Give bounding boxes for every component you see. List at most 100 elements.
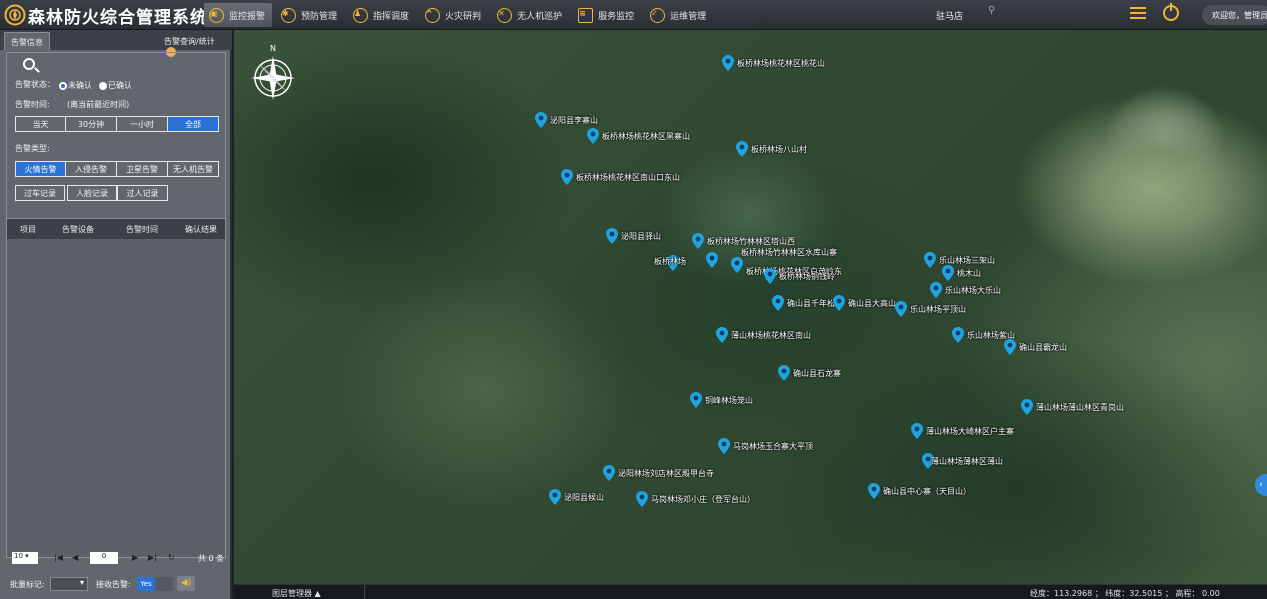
map-marker-label[interactable]: 薄山林场薄林区薄山	[931, 456, 1003, 467]
map-marker-label[interactable]: 乐山林场大乐山	[945, 285, 1001, 296]
radio-confirmed[interactable]: 已确认	[99, 80, 132, 91]
map-marker-label[interactable]: 泌阳县李寨山	[550, 115, 598, 126]
nav-label: 指挥调度	[373, 11, 410, 22]
refresh-icon[interactable]: ↻	[168, 553, 175, 562]
link-icon[interactable]: ⚲	[988, 5, 1000, 17]
page-size-select[interactable]: 10 ▾	[12, 552, 38, 564]
map-marker-icon[interactable]	[731, 257, 743, 273]
map-marker-label[interactable]: 确山县石龙寨	[793, 368, 841, 379]
nav-drone[interactable]: ✕ 无人机巡护	[492, 3, 569, 27]
type-intrusion-button[interactable]: 入侵告警	[66, 162, 117, 176]
receive-alarm-toggle[interactable]: Yes	[137, 577, 173, 591]
next-page-icon[interactable]: ▶	[132, 553, 138, 562]
nav-prevention[interactable]: ✱ 预防管理	[276, 3, 344, 27]
type-fire-button[interactable]: 火情告警	[16, 162, 66, 176]
radio-unconfirmed[interactable]: 未确认	[59, 80, 92, 91]
map-marker-icon[interactable]	[722, 55, 734, 71]
page-size-value: 10	[14, 552, 23, 560]
map-marker-label[interactable]: 板桥林场桃花林区黑寨山	[602, 131, 690, 142]
map-marker-label[interactable]: 泌阳县驿山	[621, 231, 661, 242]
map-marker-label[interactable]: 确山县千年松	[787, 298, 835, 309]
map-marker-icon[interactable]	[868, 483, 880, 499]
map-marker-icon[interactable]	[692, 233, 704, 249]
time-today-button[interactable]: 当天	[16, 117, 66, 131]
person-record-button[interactable]: 过人记录	[117, 185, 168, 201]
layer-manager-button[interactable]: 图层管理器 ▲	[272, 588, 321, 599]
map-marker-label[interactable]: 板桥林场八山村	[751, 144, 807, 155]
map-marker-icon[interactable]	[587, 128, 599, 144]
map-marker-icon[interactable]	[924, 252, 936, 268]
map-marker-label[interactable]: 薄山林场薄山林区青岗山	[1036, 402, 1124, 413]
map-marker-icon[interactable]	[561, 169, 573, 185]
map-marker-label[interactable]: 板桥林场桃花林区桃花山	[737, 58, 825, 69]
tab-alarm-query[interactable]: 告警查询/统计	[158, 32, 232, 57]
chevron-left-icon[interactable]: ‹	[1255, 474, 1267, 496]
map-marker-icon[interactable]	[1021, 399, 1033, 415]
map-marker-label[interactable]: 铜峰林场笼山	[705, 395, 753, 406]
map-marker-icon[interactable]	[718, 438, 730, 454]
map-marker-icon[interactable]	[736, 141, 748, 157]
page-input[interactable]: 0	[90, 552, 118, 564]
map-marker-icon[interactable]	[930, 282, 942, 298]
map-marker-icon[interactable]	[706, 252, 718, 268]
map-marker-label[interactable]: 确山县中心寨（天目山）	[883, 486, 971, 497]
alarm-panel: 告警信息 告警查询/统计 告警状态： 未确认 已确认 告警时间: (离当前最近时…	[0, 30, 232, 599]
map-marker-icon[interactable]	[942, 265, 954, 281]
map-marker-icon[interactable]	[833, 295, 845, 311]
map-marker-icon[interactable]	[535, 112, 547, 128]
sound-icon[interactable]: ◀)	[177, 576, 195, 591]
map-marker-label[interactable]: 板桥林场	[654, 256, 686, 267]
last-page-icon[interactable]: ▶|	[148, 553, 157, 562]
map-marker-label[interactable]: 确山县大高山	[848, 298, 896, 309]
vehicle-record-button[interactable]: 过车记录	[15, 185, 65, 201]
power-icon[interactable]	[1163, 3, 1179, 21]
map-marker-icon[interactable]	[778, 365, 790, 381]
map-marker-label[interactable]: 马岗林场邓小庄（登军台山）	[651, 494, 755, 505]
nav-service[interactable]: ≡ 服务监控	[573, 3, 641, 27]
map-marker-icon[interactable]	[1004, 339, 1016, 355]
tab-alarm-info[interactable]: 告警信息	[4, 32, 50, 50]
drone-icon: ✕	[497, 7, 513, 23]
map-marker-label[interactable]: 乐山林场平顶山	[910, 304, 966, 315]
batch-mark-dropdown[interactable]: ▾	[50, 577, 88, 591]
map-marker-icon[interactable]	[549, 489, 561, 505]
search-icon[interactable]	[23, 58, 35, 70]
menu-icon[interactable]	[1130, 7, 1146, 21]
satellite-map[interactable]: N 板桥林场桃花林区桃花山 泌阳县李寨山 板桥林场桃花林区黑寨山 板桥林场八山村 板桥林…	[234, 30, 1267, 584]
map-marker-label[interactable]: 板桥林场铜钱岭	[779, 271, 835, 282]
map-marker-label[interactable]: 板桥林场竹林林区水库山寨	[741, 247, 837, 258]
map-marker-label[interactable]: 板桥林场桃花林区南山口东山	[576, 172, 680, 183]
map-marker-icon[interactable]	[764, 268, 776, 284]
map-marker-label[interactable]: 确山县霸龙山	[1019, 342, 1067, 353]
map-marker-icon[interactable]	[690, 392, 702, 408]
map-marker-label[interactable]: 桃木山	[957, 268, 981, 279]
time-30min-button[interactable]: 30分钟	[66, 117, 117, 131]
type-drone-button[interactable]: 无人机告警	[168, 162, 218, 176]
time-1hour-button[interactable]: 一小时	[117, 117, 168, 131]
map-marker-icon[interactable]	[636, 491, 648, 507]
nav-monitor[interactable]: ▣ 监控报警	[204, 3, 273, 27]
map-marker-label[interactable]: 泌阳县候山	[564, 492, 604, 503]
map-marker-icon[interactable]	[603, 465, 615, 481]
welcome-badge[interactable]: 欢迎您，管理员	[1202, 5, 1267, 25]
map-marker-icon[interactable]	[606, 228, 618, 244]
map-marker-label[interactable]: 板桥林场竹林林区塔山西	[707, 236, 795, 247]
first-page-icon[interactable]: |◀	[54, 553, 63, 562]
time-all-button[interactable]: 全部	[168, 117, 218, 131]
time-segment: 当天 30分钟 一小时 全部	[15, 116, 219, 132]
nav-command[interactable]: ♟ 指挥调度	[348, 3, 416, 27]
type-satellite-button[interactable]: 卫星告警	[117, 162, 168, 176]
map-marker-icon[interactable]	[716, 327, 728, 343]
map-marker-icon[interactable]	[952, 327, 964, 343]
nav-maintenance[interactable]: ✓ 运维管理	[645, 3, 713, 27]
map-marker-label[interactable]: 马岗林场玉合寨大平顶	[733, 441, 813, 452]
map-marker-icon[interactable]	[911, 423, 923, 439]
map-marker-icon[interactable]	[772, 295, 784, 311]
map-marker-label[interactable]: 薄山林场桃花林区南山	[731, 330, 811, 341]
nav-fire-analysis[interactable]: ^ 火灾研判	[420, 3, 488, 27]
map-marker-label[interactable]: 薄山林场大崎林区户主寨	[926, 426, 1014, 437]
face-record-button[interactable]: 人脸记录	[67, 185, 117, 201]
prev-page-icon[interactable]: ◀	[72, 553, 78, 562]
map-marker-label[interactable]: 泌阳林场刘店林区殿甲台寺	[618, 468, 714, 479]
map-marker-icon[interactable]	[895, 301, 907, 317]
